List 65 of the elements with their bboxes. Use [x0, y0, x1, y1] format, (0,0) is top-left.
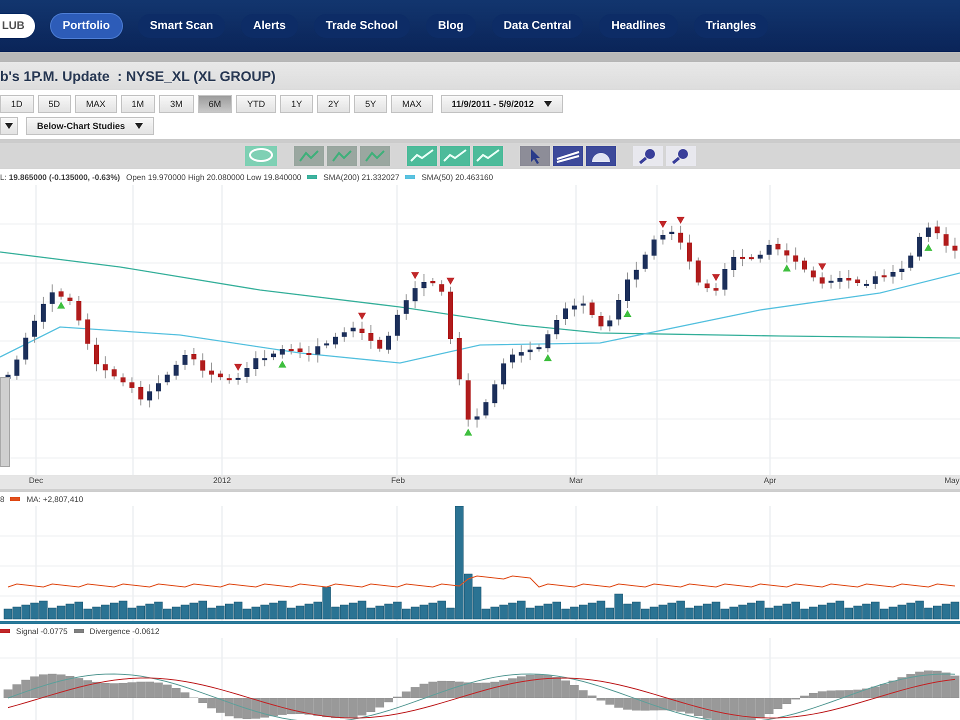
speech-bubble-icon[interactable]	[245, 146, 277, 166]
nav-tab[interactable]: Trade School	[314, 14, 410, 38]
legend-label: Divergence -0.0612	[90, 626, 160, 636]
studies-dropdown[interactable]	[0, 117, 18, 135]
date-range-dropdown[interactable]: 11/9/2011 - 5/9/2012	[440, 95, 563, 113]
sell-signal-icon	[411, 272, 420, 280]
legend-label: Signal -0.0775	[16, 626, 68, 636]
caret-icon	[5, 123, 13, 129]
ohlc-text: Open 19.970000 High 20.080000 Low 19.840000	[126, 172, 302, 182]
range-button[interactable]: MAX	[75, 95, 117, 113]
range-button[interactable]: YTD	[236, 95, 276, 113]
legend-label: MA: +2,807,410	[26, 494, 84, 504]
zoom-icon[interactable]	[666, 146, 696, 166]
range-button[interactable]: 1Y	[280, 95, 314, 113]
range-button[interactable]: 1D	[0, 95, 34, 113]
nav-tab[interactable]: Headlines	[599, 14, 678, 38]
zoom-icon[interactable]	[633, 146, 663, 166]
below-chart-studies-dropdown[interactable]: Below-Chart Studies	[26, 117, 154, 135]
trend-lines-icon[interactable]	[553, 146, 583, 166]
range-button[interactable]: 6M	[198, 95, 232, 113]
range-button[interactable]: 2Y	[317, 95, 350, 113]
buy-signal-icon	[544, 354, 552, 362]
axis-label: Apr	[764, 476, 776, 485]
legend-label: SMA(50) 20.463160	[421, 172, 494, 182]
axis-label: 2012	[213, 476, 231, 485]
sell-signal-icon	[712, 274, 720, 282]
legend-label: 8	[0, 494, 4, 504]
buy-signal-icon	[464, 428, 472, 436]
sell-signal-icon	[358, 312, 366, 320]
caret-icon	[544, 101, 552, 107]
range-button[interactable]: 3M	[159, 95, 194, 113]
nav-tab[interactable]: Data Central	[492, 14, 584, 38]
nav-tab[interactable]: Alerts	[241, 14, 298, 38]
axis-label: Dec	[28, 476, 44, 485]
legend-label: SMA(200) 21.332027	[323, 172, 400, 182]
sell-signal-icon	[446, 278, 454, 285]
range-button[interactable]: 5D	[38, 95, 72, 113]
nav-tab[interactable]: Triangles	[694, 14, 768, 38]
sell-signal-icon	[234, 364, 242, 371]
nav-tab[interactable]: Blog	[426, 14, 476, 38]
sell-signal-icon	[818, 263, 826, 270]
range-button[interactable]: MAX	[391, 95, 433, 113]
line-chart-icon[interactable]	[407, 146, 437, 166]
scroll-handle[interactable]	[0, 377, 10, 467]
sell-signal-icon	[658, 221, 667, 228]
range-button[interactable]: 5Y	[354, 95, 388, 113]
range-button[interactable]: 1M	[120, 95, 156, 113]
buy-signal-icon	[278, 360, 286, 368]
buy-signal-icon	[924, 244, 932, 251]
buy-signal-icon	[624, 310, 632, 317]
nav-tab[interactable]: Portfolio	[50, 14, 122, 38]
caret-icon	[135, 123, 144, 129]
buy-signal-icon	[57, 302, 66, 309]
line-chart-icon[interactable]	[473, 146, 503, 166]
site-logo[interactable]: LUB	[0, 14, 35, 38]
sell-signal-icon	[676, 216, 685, 224]
nav-tab[interactable]: Smart Scan	[138, 14, 226, 38]
page-title: b's 1P.M. Update : NYSE_XL (XL GROUP)	[0, 68, 276, 84]
quote-text: L: 19.865000 (-0.135000, -0.63%)	[0, 172, 120, 182]
line-chart-icon[interactable]	[440, 146, 470, 166]
gauge-icon[interactable]	[586, 146, 616, 166]
axis-label: Feb	[391, 476, 405, 485]
axis-label: Mar	[569, 476, 583, 485]
axis-label: May	[944, 476, 960, 485]
buy-signal-icon	[782, 264, 791, 272]
